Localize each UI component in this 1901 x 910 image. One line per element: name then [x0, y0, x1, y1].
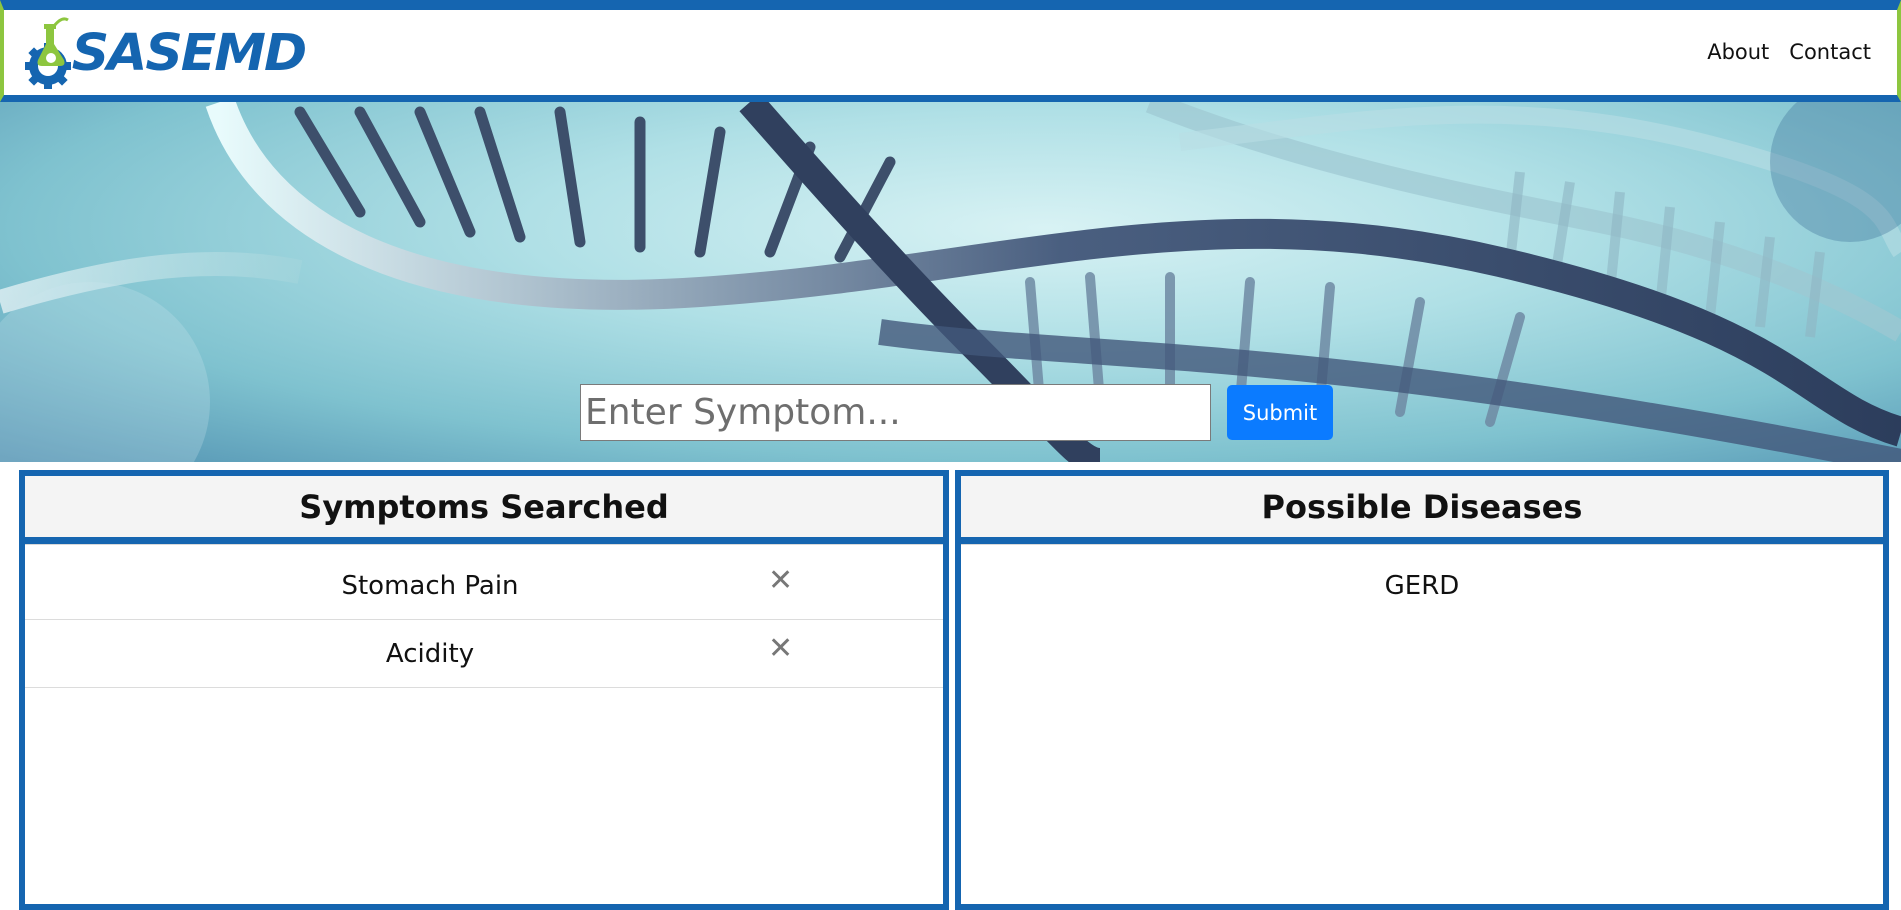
list-item[interactable]: GERD [961, 552, 1883, 620]
nav-links: About Contact [1707, 40, 1871, 64]
disease-label: GERD [1384, 571, 1460, 601]
logo-icon [25, 17, 71, 89]
symptom-label: Acidity [385, 638, 475, 669]
symptom-label: Stomach Pain [341, 570, 519, 601]
symptoms-list: Stomach Pain ✕ Acidity ✕ [25, 544, 943, 688]
symptom-search-input[interactable] [580, 384, 1211, 441]
close-icon[interactable]: ✕ [768, 634, 793, 664]
close-icon[interactable]: ✕ [768, 566, 793, 596]
symptoms-panel-title: Symptoms Searched [25, 476, 943, 544]
nav-about-link[interactable]: About [1707, 40, 1769, 64]
navbar: SASEMD About Contact [0, 0, 1901, 102]
possible-diseases-panel: Possible Diseases GERD [955, 470, 1889, 910]
symptoms-searched-panel: Symptoms Searched Stomach Pain ✕ Acidity… [19, 470, 949, 910]
list-item: Acidity ✕ [25, 620, 943, 688]
submit-button[interactable]: Submit [1227, 385, 1333, 440]
hero-banner: Submit [0, 102, 1901, 462]
diseases-list: GERD [961, 544, 1883, 620]
logo-text: SASEMD [71, 23, 307, 83]
nav-contact-link[interactable]: Contact [1789, 40, 1871, 64]
list-item: Stomach Pain ✕ [25, 552, 943, 620]
diseases-panel-title: Possible Diseases [961, 476, 1883, 544]
logo[interactable]: SASEMD [24, 14, 307, 92]
